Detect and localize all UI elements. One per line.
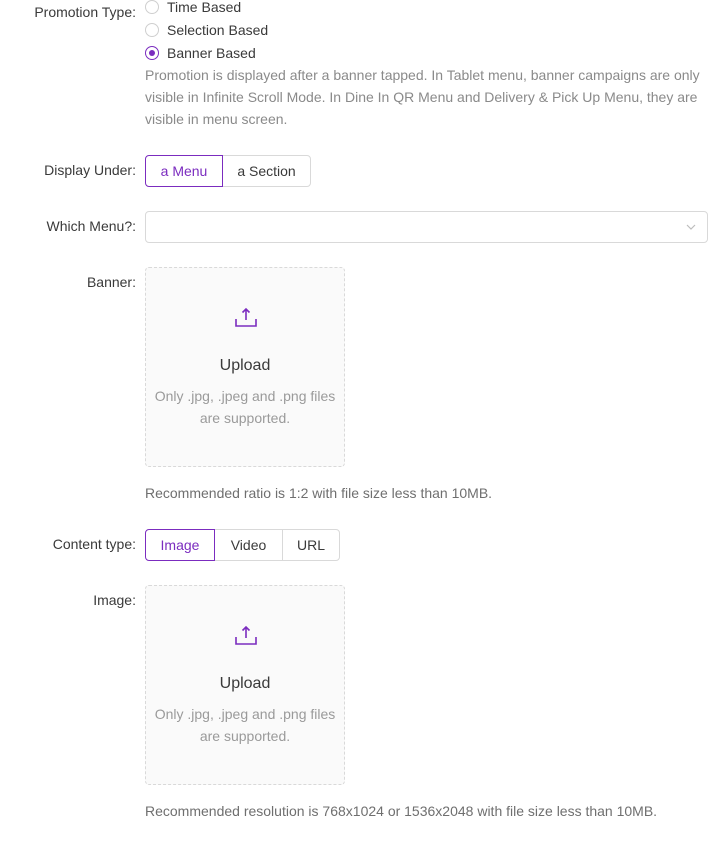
radio-circle[interactable] xyxy=(145,0,159,14)
promotion-type-description: Promotion is displayed after a banner ta… xyxy=(145,67,700,127)
banner-note: Recommended ratio is 1:2 with file size … xyxy=(145,485,493,501)
display-under-segmented: a Menu a Section xyxy=(145,155,311,187)
radio-label: Banner Based xyxy=(167,45,256,61)
banner-label: Banner: xyxy=(86,274,136,290)
content-type-segmented: Image Video URL xyxy=(145,529,340,561)
content-type-option-image[interactable]: Image xyxy=(145,529,215,561)
upload-title: Upload xyxy=(219,675,271,692)
banner-upload-dropzone[interactable]: Upload Only .jpg, .jpeg and .png files a… xyxy=(145,267,345,467)
promotion-type-label: Promotion Type: xyxy=(34,4,136,20)
upload-icon xyxy=(235,307,257,327)
content-type-option-video[interactable]: Video xyxy=(214,529,283,561)
radio-time-based[interactable]: Time Based xyxy=(145,0,241,17)
content-type-label: Content type: xyxy=(52,536,136,552)
radio-circle[interactable] xyxy=(145,23,159,37)
image-label: Image: xyxy=(93,592,136,608)
radio-banner-based[interactable]: Banner Based xyxy=(145,43,256,63)
which-menu-select[interactable] xyxy=(145,211,708,243)
radio-label: Selection Based xyxy=(167,22,269,38)
display-under-label: Display Under: xyxy=(44,162,136,178)
content-type-option-url[interactable]: URL xyxy=(282,529,340,561)
upload-title: Upload xyxy=(219,357,271,374)
chevron-down-icon xyxy=(686,224,696,230)
which-menu-label: Which Menu?: xyxy=(46,218,136,234)
image-upload-dropzone[interactable]: Upload Only .jpg, .jpeg and .png files a… xyxy=(145,585,345,785)
upload-hint: Only .jpg, .jpeg and .png files are supp… xyxy=(154,706,336,744)
radio-selection-based[interactable]: Selection Based xyxy=(145,20,268,40)
radio-label: Time Based xyxy=(167,0,242,15)
image-note: Recommended resolution is 768x1024 or 15… xyxy=(145,803,658,819)
display-under-option-menu[interactable]: a Menu xyxy=(145,155,223,187)
upload-hint: Only .jpg, .jpeg and .png files are supp… xyxy=(154,388,336,426)
radio-circle-checked[interactable] xyxy=(145,46,159,60)
upload-icon xyxy=(235,625,257,645)
display-under-option-section[interactable]: a Section xyxy=(222,155,311,187)
